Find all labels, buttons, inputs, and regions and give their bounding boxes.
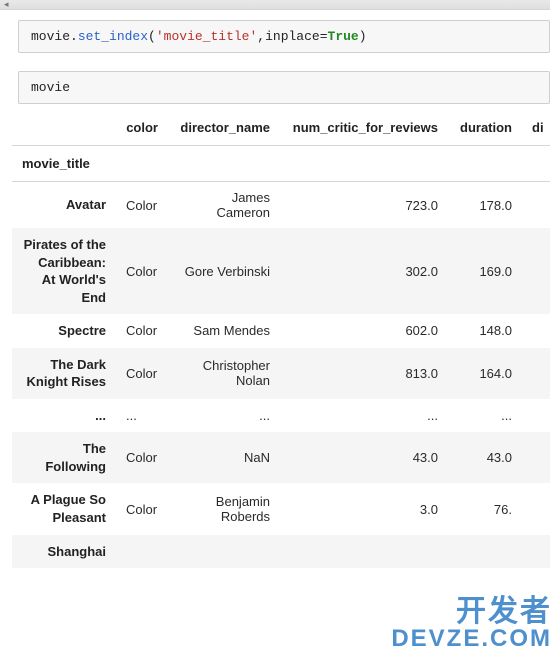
cell-critic: 602.0 (280, 314, 448, 348)
cell-director: James Cameron (168, 182, 280, 229)
code-method: set_index (78, 29, 148, 44)
table-row: Shanghai (12, 535, 550, 569)
cell-director: Gore Verbinski (168, 228, 280, 314)
table-row: The Following Color NaN 43.0 43.0 (12, 432, 550, 483)
cell-duration (448, 535, 522, 569)
row-index: Shanghai (12, 535, 116, 569)
col-header: duration (448, 110, 522, 146)
code-object: movie (31, 29, 70, 44)
chevron-left-icon: ◂ (4, 0, 9, 10)
row-index: Avatar (12, 182, 116, 229)
cell-color: ... (116, 399, 168, 433)
row-index: ... (12, 399, 116, 433)
cell-duration: 178.0 (448, 182, 522, 229)
table-row: Pirates of the Caribbean: At World's End… (12, 228, 550, 314)
index-name-label: movie_title (12, 146, 116, 182)
cell-color: Color (116, 348, 168, 399)
cell-critic: 43.0 (280, 432, 448, 483)
dataframe-output: color director_name num_critic_for_revie… (12, 110, 550, 568)
header-blank (12, 110, 116, 146)
cell-duration: 76. (448, 483, 522, 534)
code-kwparam: inplace (265, 29, 320, 44)
index-name-row: movie_title (12, 146, 550, 182)
cell-critic (280, 535, 448, 569)
cell-duration: 169.0 (448, 228, 522, 314)
col-header: director_name (168, 110, 280, 146)
cell-color: Color (116, 182, 168, 229)
watermark: 开发者 DEVZE.COM (391, 597, 550, 651)
row-index: Spectre (12, 314, 116, 348)
code-kwvalue: True (328, 29, 359, 44)
cell-critic: ... (280, 399, 448, 433)
row-index: Pirates of the Caribbean: At World's End (12, 228, 116, 314)
table-row: Avatar Color James Cameron 723.0 178.0 (12, 182, 550, 229)
cell-color: Color (116, 314, 168, 348)
code-arg: 'movie_title' (156, 29, 257, 44)
cell-critic: 723.0 (280, 182, 448, 229)
watermark-en: DEVZE.COM (391, 627, 550, 651)
row-index: A Plague So Pleasant (12, 483, 116, 534)
row-index: The Dark Knight Rises (12, 348, 116, 399)
cell-color: Color (116, 228, 168, 314)
cell-director (168, 535, 280, 569)
dataframe-table: color director_name num_critic_for_revie… (12, 110, 550, 568)
table-row: The Dark Knight Rises Color Christopher … (12, 348, 550, 399)
cell-director: NaN (168, 432, 280, 483)
code-cell-show[interactable]: movie (18, 71, 550, 104)
cell-critic: 813.0 (280, 348, 448, 399)
cell-duration: ... (448, 399, 522, 433)
code-cell-set-index[interactable]: movie.set_index('movie_title',inplace=Tr… (18, 20, 550, 53)
table-row: A Plague So Pleasant Color Benjamin Robe… (12, 483, 550, 534)
cell-duration: 43.0 (448, 432, 522, 483)
table-row: Spectre Color Sam Mendes 602.0 148.0 (12, 314, 550, 348)
watermark-cn: 开发者 (391, 597, 550, 627)
cell-critic: 3.0 (280, 483, 448, 534)
col-header: color (116, 110, 168, 146)
cell-director: Christopher Nolan (168, 348, 280, 399)
code-expr: movie (31, 80, 70, 95)
cell-color (116, 535, 168, 569)
cell-director: Sam Mendes (168, 314, 280, 348)
table-row-ellipsis: ... ... ... ... ... (12, 399, 550, 433)
cell-director: Benjamin Roberds (168, 483, 280, 534)
col-header-partial: di (522, 110, 550, 146)
row-index: The Following (12, 432, 116, 483)
cell-color: Color (116, 432, 168, 483)
cell-director: ... (168, 399, 280, 433)
col-header: num_critic_for_reviews (280, 110, 448, 146)
toolbar[interactable]: ◂ (0, 0, 550, 10)
cell-duration: 164.0 (448, 348, 522, 399)
cell-duration: 148.0 (448, 314, 522, 348)
cell-color: Color (116, 483, 168, 534)
cell-critic: 302.0 (280, 228, 448, 314)
column-header-row: color director_name num_critic_for_revie… (12, 110, 550, 146)
